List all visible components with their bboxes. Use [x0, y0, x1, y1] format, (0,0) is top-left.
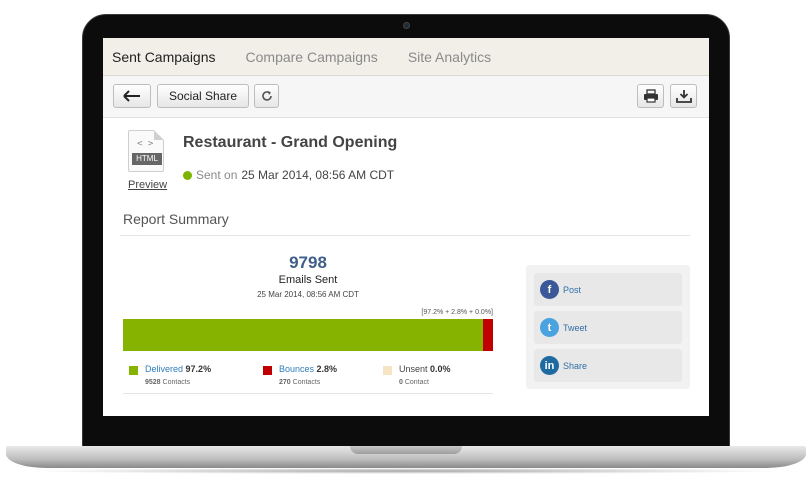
report-summary-title: Report Summary [123, 211, 229, 227]
unsent-swatch [383, 366, 392, 375]
tab-compare-campaigns[interactable]: Compare Campaigns [246, 49, 378, 65]
facebook-post-label: Post [563, 284, 582, 295]
linkedin-share-button[interactable]: in Share [534, 349, 682, 382]
share-panel: f Post t Tweet in Share [526, 265, 690, 389]
refresh-button[interactable] [254, 84, 279, 108]
delivered-swatch [129, 366, 138, 375]
refresh-icon [261, 91, 272, 101]
laptop-notch [350, 446, 462, 454]
facebook-icon: f [540, 280, 559, 299]
tab-bar: Sent Campaigns Compare Campaigns Site An… [103, 38, 709, 76]
download-icon [675, 90, 692, 103]
emails-sent-label: Emails Sent [278, 274, 338, 286]
legend: Delivered 97.2% 9528 Contacts Bounces 2.… [123, 360, 493, 394]
app-screen: Sent Campaigns Compare Campaigns Site An… [103, 38, 709, 416]
social-share-button[interactable]: Social Share [157, 84, 249, 108]
delivered-contacts-label: Contacts [162, 379, 191, 386]
delivered-contacts: 9528 [145, 379, 161, 386]
linkedin-share-label: Share [563, 360, 588, 371]
bounces-contacts: 270 [279, 379, 291, 386]
delivered-link[interactable]: Delivered [145, 364, 183, 374]
tab-site-analytics[interactable]: Site Analytics [408, 49, 491, 65]
camera-icon [403, 22, 410, 29]
sent-status: Sent on 25 Mar 2014, 08:56 AM CDT [183, 168, 394, 182]
tab-sent-campaigns[interactable]: Sent Campaigns [112, 49, 216, 65]
delivery-bar [123, 319, 493, 351]
html-file-tag: HTML [132, 153, 162, 165]
emails-sent-count: 9798 [289, 253, 327, 272]
emails-sent-date: 25 Mar 2014, 08:56 AM CDT [257, 290, 359, 299]
status-dot-icon [183, 170, 192, 180]
facebook-post-button[interactable]: f Post [534, 273, 682, 306]
code-glyph: < > [137, 139, 154, 149]
laptop-shadow [24, 468, 788, 474]
preview-link[interactable]: Preview [128, 179, 167, 191]
arrow-left-icon [123, 90, 140, 102]
bounces-segment [482, 319, 493, 351]
twitter-icon: t [540, 318, 559, 337]
delivered-segment [123, 319, 483, 351]
twitter-tweet-button[interactable]: t Tweet [534, 311, 682, 344]
bounces-pct: 2.8% [316, 364, 338, 374]
delivered-pct: 97.2% [185, 364, 212, 374]
percentage-summary: [97.2% + 2.8% + 0.0%] [421, 309, 493, 316]
unsent-contacts-label: Contact [404, 379, 429, 386]
print-button[interactable] [637, 84, 664, 108]
unsent-label: Unsent [399, 364, 428, 374]
campaign-title: Restaurant - Grand Opening [183, 134, 398, 151]
unsent-contacts: 0 [399, 379, 403, 386]
sent-date: 25 Mar 2014, 08:56 AM CDT [241, 168, 395, 182]
sent-label: Sent on [196, 168, 238, 182]
printer-icon [643, 89, 658, 103]
bounces-swatch [263, 366, 272, 375]
divider [120, 235, 690, 236]
download-button[interactable] [670, 84, 697, 108]
bounces-contacts-label: Contacts [292, 379, 321, 386]
html-file-icon: < > HTML [128, 130, 164, 172]
back-button[interactable] [113, 84, 151, 108]
linkedin-icon: in [540, 356, 559, 375]
twitter-tweet-label: Tweet [563, 322, 588, 333]
unsent-pct: 0.0% [430, 364, 451, 374]
toolbar: Social Share [103, 76, 709, 118]
bounces-link[interactable]: Bounces [279, 364, 314, 374]
